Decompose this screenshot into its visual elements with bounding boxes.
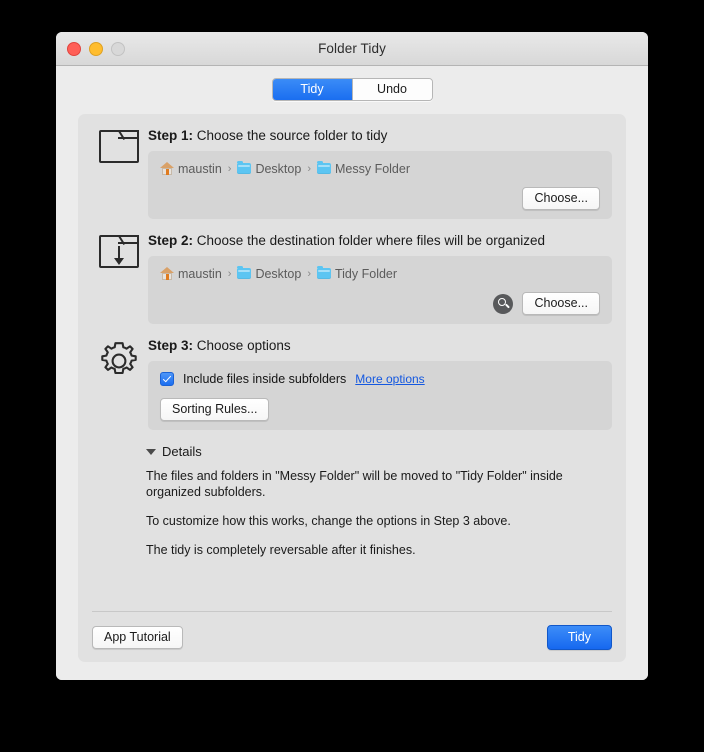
source-breadcrumb[interactable]: maustin › Desktop › Messy Folder bbox=[160, 160, 600, 177]
details-disclosure[interactable]: Details bbox=[146, 444, 612, 459]
step-1-actions: Choose... bbox=[160, 187, 600, 210]
folder-download-icon bbox=[92, 231, 146, 268]
tidy-button[interactable]: Tidy bbox=[546, 625, 612, 650]
traffic-lights bbox=[67, 42, 125, 56]
details-paragraph-2: To customize how this works, change the … bbox=[146, 514, 511, 528]
breadcrumb-item-desktop[interactable]: Desktop bbox=[237, 265, 302, 281]
breadcrumb-item-destination-folder[interactable]: Tidy Folder bbox=[316, 265, 398, 281]
details-section: Details The files and folders in "Messy … bbox=[78, 430, 626, 558]
step-3-number: Step 3: bbox=[148, 338, 194, 353]
include-subfolders-checkbox[interactable] bbox=[160, 372, 174, 386]
breadcrumb-item-source-folder[interactable]: Messy Folder bbox=[316, 160, 411, 176]
breadcrumb-item-desktop[interactable]: Desktop bbox=[237, 160, 302, 176]
breadcrumb-item-home[interactable]: maustin bbox=[160, 162, 222, 176]
step-2-subpanel: maustin › Desktop › Tidy Folder Choose..… bbox=[148, 256, 612, 324]
tab-undo[interactable]: Undo bbox=[352, 79, 432, 100]
segmented-control: Tidy Undo bbox=[271, 78, 433, 101]
breadcrumb-label-desktop: Desktop bbox=[255, 266, 302, 281]
breadcrumb-label-desktop: Desktop bbox=[255, 161, 302, 176]
home-icon bbox=[160, 267, 174, 280]
tab-bar: Tidy Undo bbox=[56, 66, 648, 111]
breadcrumb-label-user: maustin bbox=[178, 266, 222, 281]
step-1-number: Step 1: bbox=[148, 128, 194, 143]
sorting-rules-button[interactable]: Sorting Rules... bbox=[160, 398, 270, 421]
details-paragraph-1: The files and folders in "Messy Folder" … bbox=[146, 469, 563, 499]
content-panel: Step 1: Choose the source folder to tidy… bbox=[78, 114, 626, 662]
destination-breadcrumb[interactable]: maustin › Desktop › Tidy Folder bbox=[160, 265, 600, 282]
breadcrumb-label-destination: Tidy Folder bbox=[334, 266, 398, 281]
close-button[interactable] bbox=[67, 42, 81, 56]
home-icon bbox=[160, 162, 174, 175]
more-options-link[interactable]: More options bbox=[355, 372, 424, 386]
folder-icon bbox=[237, 160, 252, 174]
minimize-button[interactable] bbox=[89, 42, 103, 56]
step-3-title: Step 3: Choose options bbox=[148, 336, 612, 353]
gear-icon-svg bbox=[101, 342, 137, 375]
step-2: Step 2: Choose the destination folder wh… bbox=[78, 219, 626, 324]
title-bar: Folder Tidy bbox=[56, 32, 648, 66]
step-3: Step 3: Choose options Include files ins… bbox=[78, 324, 626, 430]
tab-tidy[interactable]: Tidy bbox=[272, 79, 353, 100]
app-window: Folder Tidy Tidy Undo Step 1: Choose the… bbox=[56, 32, 648, 680]
breadcrumb-label-user: maustin bbox=[178, 161, 222, 176]
step-1-description: Choose the source folder to tidy bbox=[196, 128, 388, 143]
breadcrumb-separator: › bbox=[307, 162, 311, 175]
window-title: Folder Tidy bbox=[318, 41, 386, 56]
step-1-subpanel: maustin › Desktop › Messy Folder Choose.… bbox=[148, 151, 612, 219]
app-tutorial-button[interactable]: App Tutorial bbox=[92, 626, 183, 649]
sorting-rules-row: Sorting Rules... bbox=[160, 398, 600, 421]
footer-divider bbox=[92, 611, 612, 612]
footer-buttons: App Tutorial Tidy bbox=[92, 625, 612, 650]
step-1-title: Step 1: Choose the source folder to tidy bbox=[148, 126, 612, 143]
folder-icon bbox=[316, 160, 331, 174]
details-title: Details bbox=[162, 444, 202, 459]
breadcrumb-separator: › bbox=[307, 267, 311, 280]
footer: App Tutorial Tidy bbox=[92, 611, 612, 650]
folder-icon bbox=[237, 265, 252, 279]
search-icon[interactable] bbox=[493, 293, 514, 314]
breadcrumb-separator: › bbox=[227, 267, 232, 280]
breadcrumb-item-home[interactable]: maustin bbox=[160, 267, 222, 281]
step-2-title: Step 2: Choose the destination folder wh… bbox=[148, 231, 612, 248]
gear-icon bbox=[92, 336, 146, 382]
step-2-actions: Choose... bbox=[160, 292, 600, 315]
details-paragraph-3: The tidy is completely reversable after … bbox=[146, 543, 416, 557]
options-row: Include files inside subfolders More opt… bbox=[160, 370, 600, 388]
window-body: Tidy Undo Step 1: Choose the source fold… bbox=[56, 66, 648, 680]
step-2-number: Step 2: bbox=[148, 233, 194, 248]
step-1: Step 1: Choose the source folder to tidy… bbox=[78, 114, 626, 219]
breadcrumb-separator: › bbox=[227, 162, 232, 175]
folder-outline-icon bbox=[92, 126, 146, 163]
folder-icon bbox=[316, 265, 331, 279]
zoom-button bbox=[111, 42, 125, 56]
chevron-down-icon bbox=[146, 448, 156, 455]
include-subfolders-label: Include files inside subfolders bbox=[183, 372, 347, 386]
step-2-description: Choose the destination folder where file… bbox=[196, 233, 545, 248]
choose-destination-button[interactable]: Choose... bbox=[522, 292, 600, 315]
step-3-description: Choose options bbox=[196, 338, 291, 353]
choose-source-button[interactable]: Choose... bbox=[522, 187, 600, 210]
step-3-subpanel: Include files inside subfolders More opt… bbox=[148, 361, 612, 430]
breadcrumb-label-source: Messy Folder bbox=[334, 161, 411, 176]
